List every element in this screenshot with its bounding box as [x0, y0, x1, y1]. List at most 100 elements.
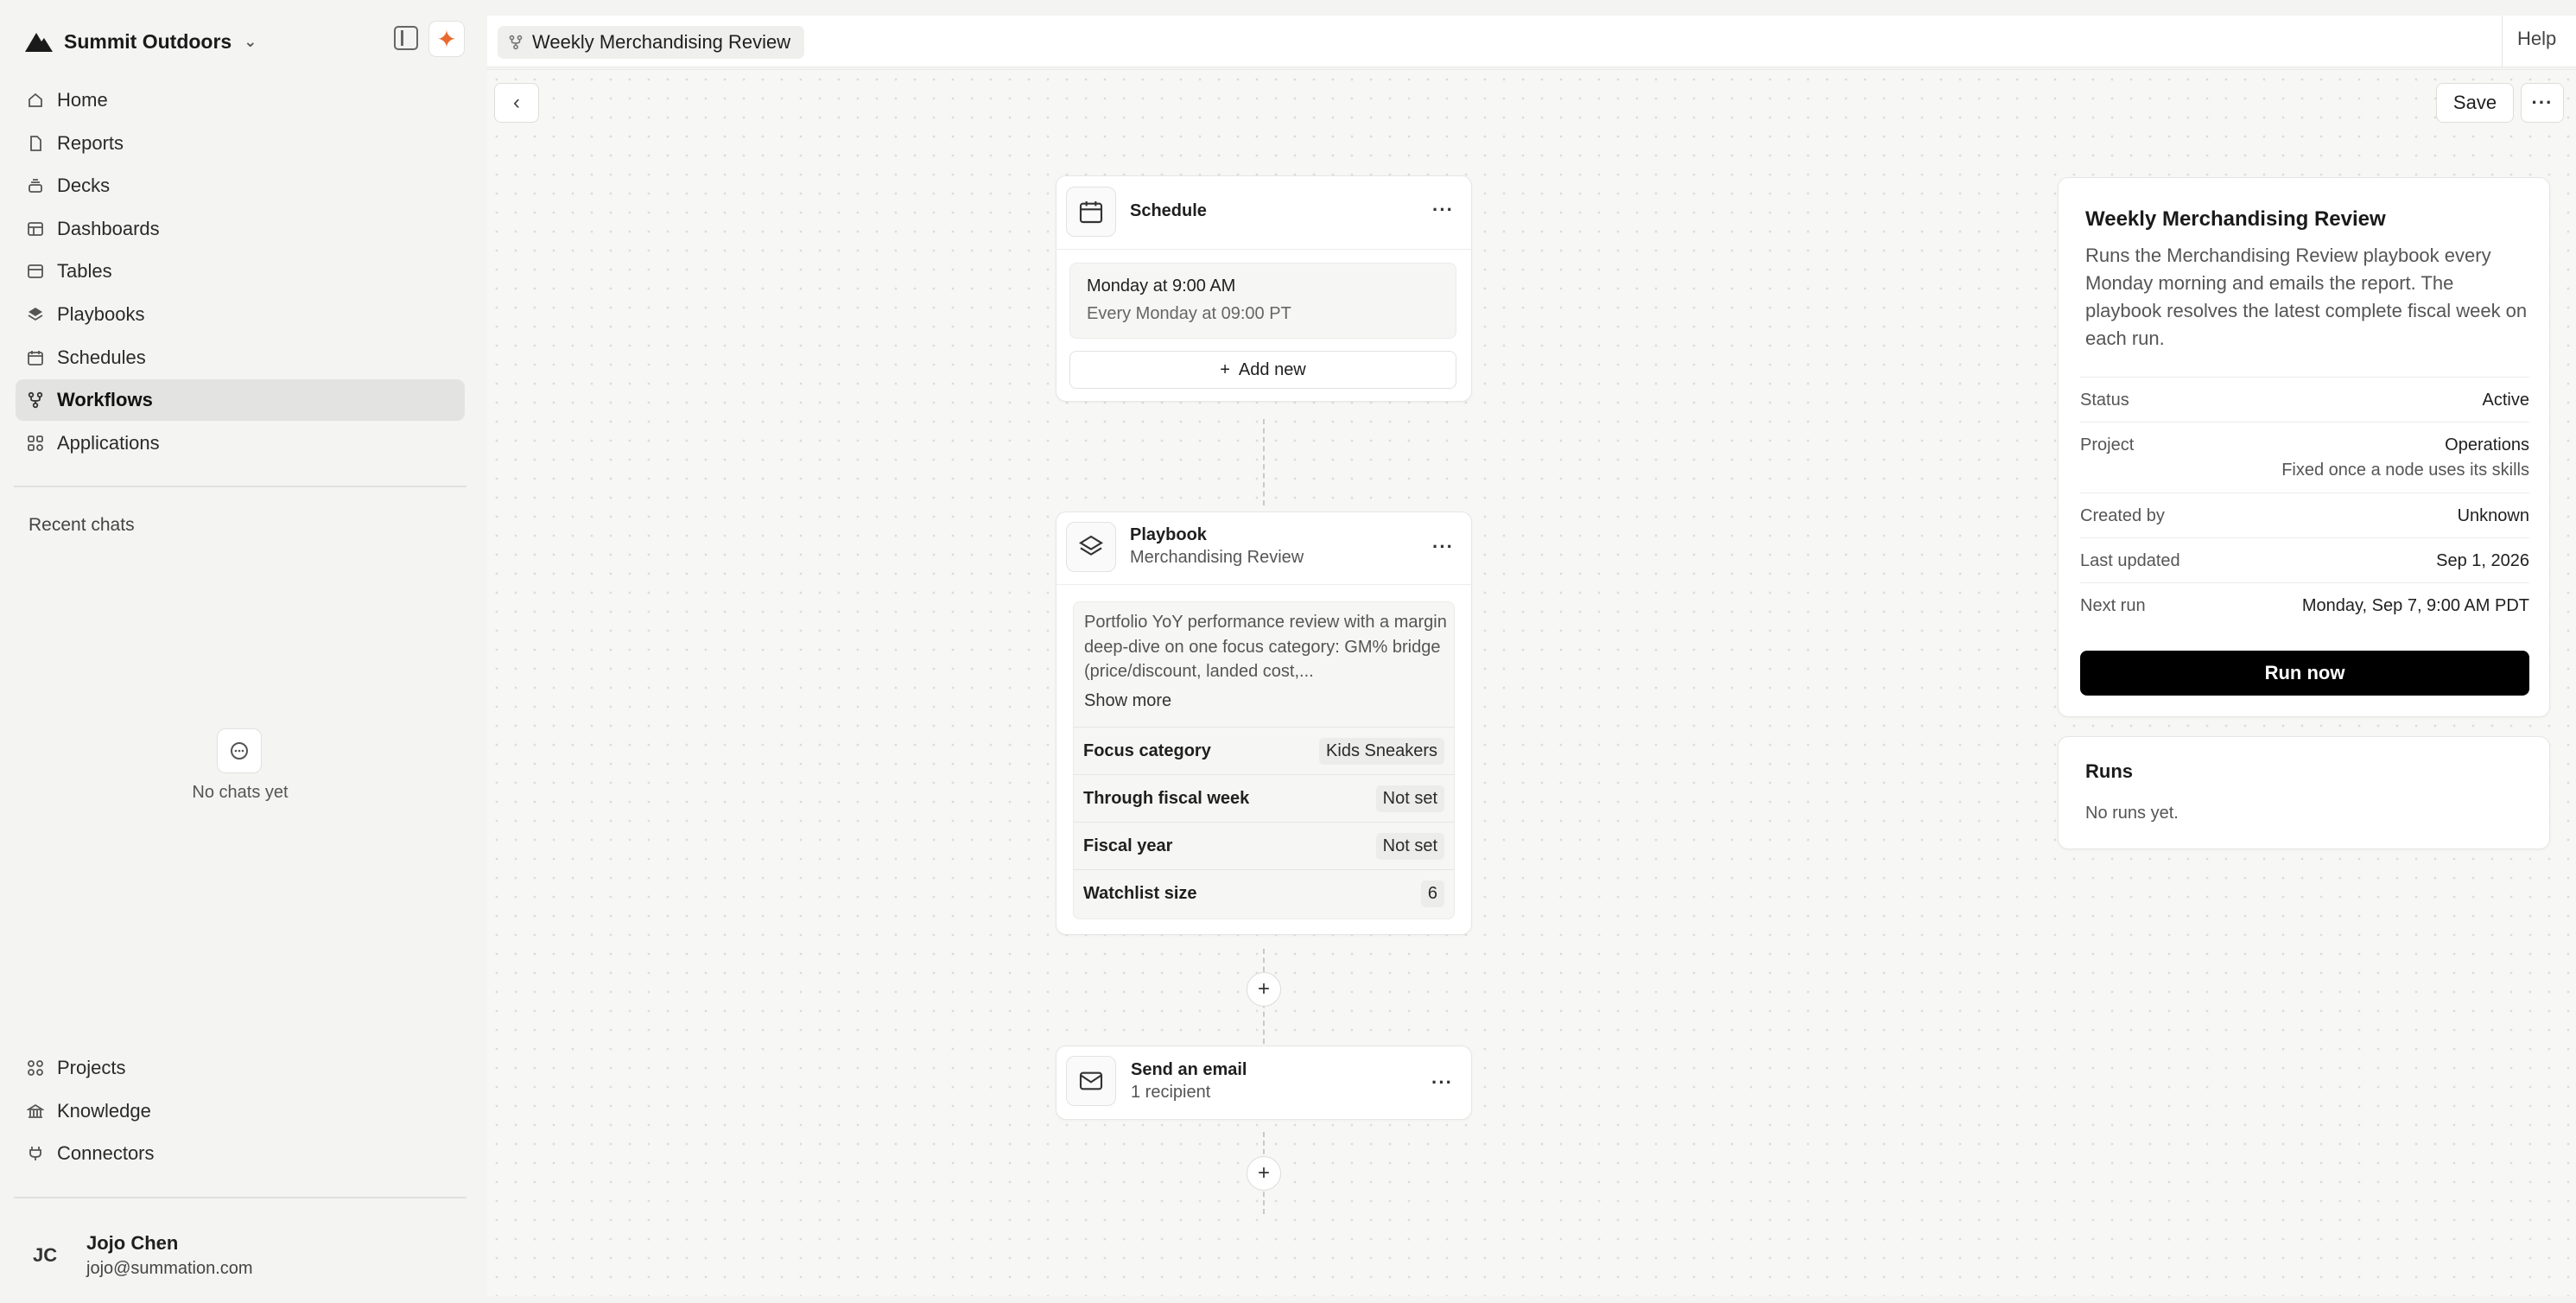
- email-node-menu-button[interactable]: ···: [1431, 1071, 1453, 1094]
- detail-row-next-run: Next run Monday, Sep 7, 9:00 AM PDT: [2080, 596, 2529, 616]
- sidebar-item-decks[interactable]: Decks: [16, 165, 465, 207]
- plus-icon: +: [1257, 977, 1270, 1001]
- param-row-watchlist-size[interactable]: Watchlist size 6: [1073, 869, 1455, 917]
- no-chats-message: No chats yet: [192, 783, 289, 802]
- playbook-node-menu-button[interactable]: ···: [1432, 536, 1454, 558]
- sidebar-item-playbooks[interactable]: Playbooks: [16, 294, 465, 335]
- divider: [2080, 422, 2529, 423]
- sidebar-item-schedules[interactable]: Schedules: [16, 337, 465, 378]
- email-node[interactable]: [1056, 1046, 1472, 1120]
- sidebar-item-label: Dashboards: [57, 217, 160, 239]
- grid-icon: [26, 434, 45, 453]
- project-value: Operations: [2445, 435, 2529, 454]
- sidebar-item-label: Playbooks: [57, 302, 145, 325]
- detail-label: Last updated: [2080, 551, 2180, 570]
- calendar-icon: [1066, 187, 1116, 237]
- schedule-time-entry[interactable]: [1069, 263, 1456, 339]
- param-row-focus-category[interactable]: Focus category Kids Sneakers: [1073, 727, 1455, 774]
- home-icon: [26, 91, 45, 110]
- back-button[interactable]: ‹: [494, 83, 539, 123]
- help-link[interactable]: Help: [2517, 28, 2556, 50]
- mail-icon: [1066, 1056, 1116, 1106]
- sidebar-item-connectors[interactable]: Connectors: [16, 1133, 465, 1174]
- sidebar-item-home[interactable]: Home: [16, 79, 465, 121]
- detail-row-status: Status Active: [2080, 391, 2529, 410]
- email-node-subtitle: 1 recipient: [1131, 1083, 1211, 1102]
- show-more-link[interactable]: Show more: [1084, 691, 1171, 711]
- sidebar-item-label: Workflows: [57, 389, 153, 411]
- last-updated-value: Sep 1, 2026: [2436, 551, 2529, 570]
- sidebar-item-label: Projects: [57, 1057, 126, 1078]
- sidebar-item-reports[interactable]: Reports: [16, 123, 465, 164]
- layout-icon: [26, 219, 45, 238]
- table-icon: [26, 262, 45, 281]
- chat-bubble-icon: [217, 728, 262, 773]
- user-email: jojo@summation.com: [86, 1259, 253, 1278]
- library-icon: [26, 1102, 45, 1121]
- save-button[interactable]: Save: [2436, 83, 2514, 123]
- status-badge: Active: [2482, 391, 2529, 410]
- stack-icon: [26, 176, 45, 195]
- workflow-title-tab[interactable]: Weekly Merchandising Review: [498, 26, 805, 59]
- sidebar-item-projects[interactable]: Projects: [16, 1047, 465, 1089]
- org-switcher[interactable]: Summit Outdoors ⌄: [24, 24, 257, 59]
- details-title: Weekly Merchandising Review: [2085, 207, 2386, 231]
- add-step-button[interactable]: +: [1247, 1156, 1281, 1191]
- add-schedule-label: Add new: [1238, 359, 1306, 379]
- playbook-node-title: Playbook: [1130, 525, 1207, 544]
- param-row-fiscal-year[interactable]: Fiscal year Not set: [1073, 822, 1455, 869]
- sidebar-item-dashboards[interactable]: Dashboards: [16, 208, 465, 250]
- param-row-through-fiscal-week[interactable]: Through fiscal week Not set: [1073, 774, 1455, 822]
- schedule-node-menu-button[interactable]: ···: [1432, 199, 1454, 221]
- plug-icon: [26, 1144, 45, 1163]
- workflow-icon: [26, 391, 45, 410]
- sidebar-item-applications[interactable]: Applications: [16, 423, 465, 464]
- sidebar-item-workflows[interactable]: Workflows: [16, 379, 465, 422]
- layers-icon: [1066, 522, 1116, 572]
- mountain-logo-icon: [25, 33, 53, 52]
- sidebar-divider: [14, 486, 466, 487]
- sidebar-bottom-nav: Projects Knowledge Connectors: [16, 1047, 465, 1176]
- file-icon: [26, 134, 45, 153]
- param-value: Not set: [1375, 832, 1444, 860]
- sidebar-item-label: Tables: [57, 260, 112, 283]
- param-value: Kids Sneakers: [1319, 737, 1444, 765]
- add-step-button[interactable]: +: [1247, 972, 1281, 1007]
- sidebar-nav: Home Reports Decks Dashboards Tables Pla…: [16, 79, 465, 465]
- next-run-value: Monday, Sep 7, 9:00 AM PDT: [2301, 596, 2529, 615]
- schedule-node-title: Schedule: [1130, 201, 1207, 220]
- assistant-spark-button[interactable]: ✦: [428, 21, 465, 57]
- detail-label: Project: [2080, 435, 2135, 454]
- sidebar-toggle-icon[interactable]: [394, 26, 418, 50]
- add-schedule-button[interactable]: + Add new: [1069, 351, 1456, 389]
- plus-icon: +: [1220, 359, 1230, 379]
- sidebar-item-label: Applications: [57, 431, 160, 454]
- plus-icon: +: [1257, 1161, 1270, 1185]
- workflow-title: Weekly Merchandising Review: [532, 31, 791, 53]
- avatar[interactable]: JC: [33, 1244, 57, 1274]
- divider: [2080, 377, 2529, 378]
- more-options-button[interactable]: ···: [2521, 83, 2564, 123]
- sidebar-item-label: Connectors: [57, 1142, 155, 1165]
- playbook-node-subtitle: Merchandising Review: [1130, 548, 1304, 567]
- run-now-button[interactable]: Run now: [2080, 651, 2529, 696]
- schedule-time-detail: Every Monday at 09:00 PT: [1087, 304, 1291, 323]
- divider: [1056, 584, 1472, 585]
- sidebar-item-knowledge[interactable]: Knowledge: [16, 1090, 465, 1132]
- playbook-description: Portfolio YoY performance review with a …: [1084, 613, 1447, 681]
- sidebar-divider: [14, 1197, 466, 1198]
- chevron-left-icon: ‹: [513, 91, 520, 114]
- schedule-time-label: Monday at 9:00 AM: [1087, 276, 1236, 296]
- calendar-icon: [26, 348, 45, 367]
- org-name: Summit Outdoors: [64, 29, 232, 53]
- spark-icon: ✦: [436, 25, 457, 53]
- connector-line: [1263, 419, 1265, 505]
- param-label: Fiscal year: [1083, 836, 1173, 855]
- chevron-down-icon: ⌄: [244, 32, 257, 50]
- param-value: 6: [1420, 880, 1444, 907]
- param-label: Focus category: [1083, 740, 1211, 760]
- divider: [2080, 537, 2529, 538]
- runs-title: Runs: [2085, 760, 2133, 782]
- sidebar-item-tables[interactable]: Tables: [16, 251, 465, 292]
- project-note: Fixed once a node uses its skills: [2281, 461, 2529, 480]
